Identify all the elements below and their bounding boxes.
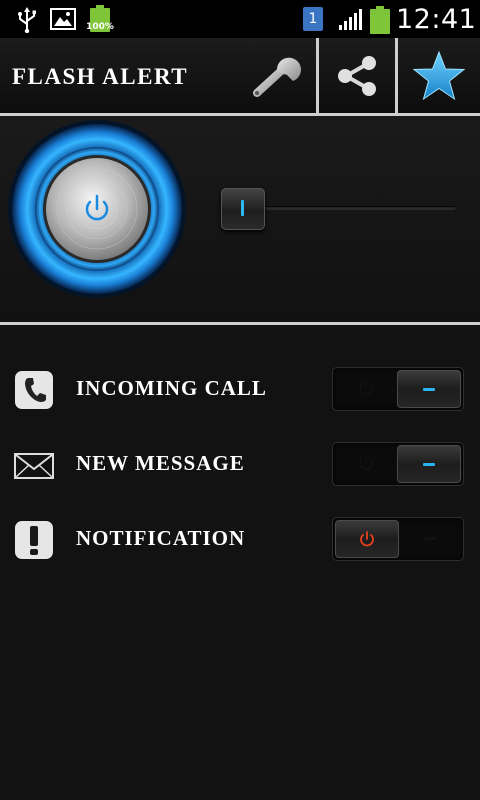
toggle-off-side[interactable]	[335, 370, 397, 406]
alert-row-new-message: NEW MESSAGE	[0, 435, 480, 495]
slider-grip	[240, 200, 244, 216]
new-message-toggle[interactable]	[332, 442, 464, 486]
envelope-icon	[14, 453, 54, 479]
power-button[interactable]	[6, 118, 188, 300]
wrench-icon	[253, 57, 301, 97]
exclamation-icon	[15, 521, 53, 559]
share-button[interactable]	[319, 38, 395, 113]
toggle-off-side[interactable]	[335, 445, 397, 481]
notification-toggle[interactable]	[332, 517, 464, 561]
battery-percent: 100%	[86, 22, 114, 32]
brightness-slider-thumb[interactable]	[220, 188, 265, 230]
phone-icon	[15, 371, 53, 409]
settings-button[interactable]	[240, 38, 316, 113]
alert-row-incoming-call: INCOMING CALL	[0, 360, 480, 420]
star-icon	[412, 50, 466, 100]
power-icon	[359, 455, 373, 471]
usb-icon	[18, 7, 36, 33]
sim-icon: 1	[303, 7, 323, 31]
battery-icon	[370, 6, 390, 34]
power-icon	[360, 531, 374, 547]
signal-icon	[339, 9, 362, 30]
minus-icon	[423, 387, 435, 391]
minus-icon	[424, 536, 436, 540]
rate-button[interactable]	[398, 38, 480, 113]
minus-icon	[423, 462, 435, 466]
clock: 12:41	[396, 4, 477, 35]
flashlight-panel	[0, 116, 480, 322]
toggle-on-side[interactable]	[397, 370, 461, 408]
alert-label: INCOMING CALL	[76, 376, 267, 400]
incoming-call-toggle[interactable]	[332, 367, 464, 411]
toggle-off-side[interactable]	[335, 520, 399, 558]
status-bar: 100% 1 12:41	[0, 0, 480, 38]
gallery-icon	[50, 8, 76, 30]
power-icon	[359, 380, 373, 396]
action-bar: FLASH ALERT	[0, 38, 480, 113]
alert-label: NOTIFICATION	[76, 526, 246, 550]
alert-label: NEW MESSAGE	[76, 451, 245, 475]
alert-row-notification: NOTIFICATION	[0, 510, 480, 570]
app-title: FLASH ALERT	[12, 64, 189, 89]
toggle-on-side[interactable]	[399, 520, 461, 556]
alert-list: INCOMING CALL NEW MESSAGE NOTIFICATION	[0, 325, 480, 800]
toggle-on-side[interactable]	[397, 445, 461, 483]
share-icon	[338, 55, 376, 96]
